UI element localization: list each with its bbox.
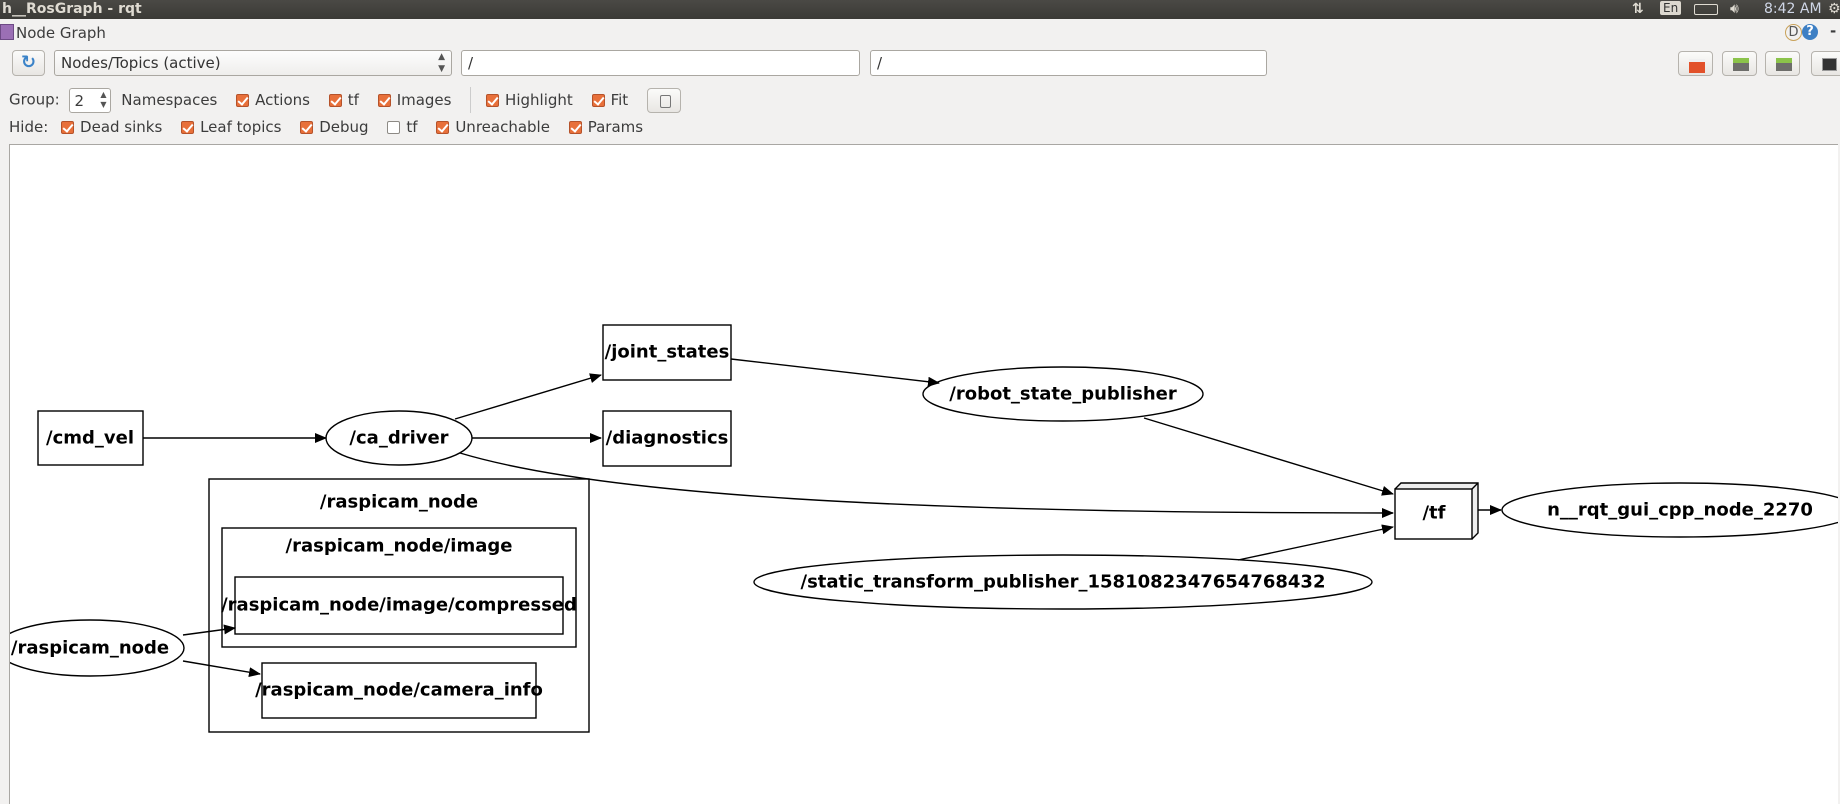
graph-svg: /raspicam_node /raspicam_node/image /cmd… [10, 324, 1838, 733]
edge-rsp-tf [1143, 417, 1394, 496]
ca-driver-label: /ca_driver [349, 428, 448, 449]
edge-jointstates-rsp [730, 358, 940, 387]
tf-label: /tf [1422, 503, 1445, 524]
cluster-raspicam-label: /raspicam_node [320, 492, 478, 513]
joint-states-label: /joint_states [605, 342, 730, 363]
edge-cadriver-jointstates [454, 373, 602, 420]
edge-static-tf [1237, 524, 1394, 561]
cmd-vel-label: /cmd_vel [46, 428, 134, 449]
rqt-gui-label: n__rqt_gui_cpp_node_2270 [1547, 500, 1813, 521]
camera-info-label: /raspicam_node/camera_info [255, 680, 543, 701]
static-tf-label: /static_transform_publisher_158108234765… [801, 572, 1326, 593]
edge-raspicam-camerainfo [182, 660, 261, 678]
diagnostics-label: /diagnostics [606, 428, 729, 449]
raspicam-node-label: /raspicam_node [11, 638, 169, 659]
robot-state-publisher-label: /robot_state_publisher [949, 384, 1177, 405]
compressed-label: /raspicam_node/image/compressed [221, 595, 577, 616]
cluster-image-label: /raspicam_node/image [286, 536, 513, 557]
edge-cadriver-tf [459, 452, 1394, 518]
